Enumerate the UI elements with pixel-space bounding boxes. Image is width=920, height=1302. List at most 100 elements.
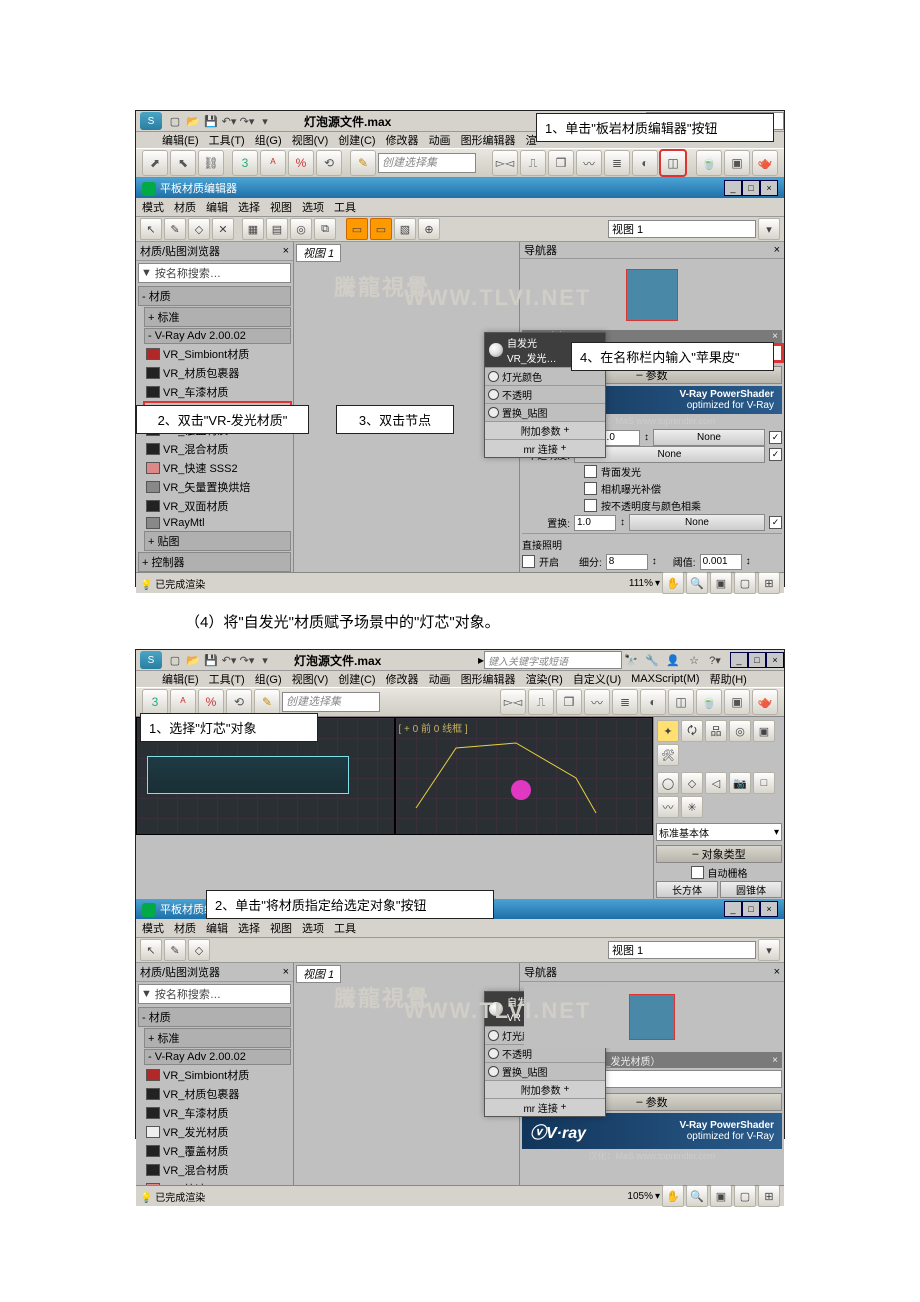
menu-view[interactable]: 视图(V)	[292, 671, 329, 687]
more-icon[interactable]: ▾	[257, 113, 273, 129]
minimize-icon[interactable]: _	[730, 652, 748, 668]
tree-item[interactable]: VR_快速 SSS	[144, 1180, 291, 1185]
named-sel-icon[interactable]: ✎	[254, 689, 280, 715]
navigator-preview[interactable]: WWW.TLVI.NET	[524, 986, 780, 1048]
sme-menu-tools[interactable]: 工具	[334, 920, 356, 936]
view-tab[interactable]: 视图 1	[296, 965, 341, 983]
tool-icon[interactable]: ◎	[290, 218, 312, 240]
tool-icon[interactable]: ▤	[266, 218, 288, 240]
tree-hdr-controllers[interactable]: + 控制器	[138, 552, 291, 572]
shapes-icon[interactable]: ◇	[681, 772, 703, 794]
sme-menu-edit[interactable]: 编辑	[206, 920, 228, 936]
node-group[interactable]: mr 连接 +	[485, 1098, 605, 1116]
render-frame-icon[interactable]: ▣	[724, 150, 750, 176]
render-icon[interactable]: 🫖	[752, 689, 778, 715]
snap3-icon[interactable]: 3	[142, 689, 168, 715]
schematic-icon[interactable]: ≣	[604, 150, 630, 176]
save-icon[interactable]: 💾	[203, 652, 219, 668]
snap3-icon[interactable]: 3	[232, 150, 258, 176]
layout-icon[interactable]: ▭	[346, 218, 368, 240]
map-button[interactable]: None	[629, 514, 765, 531]
spinnersnap-icon[interactable]: ⟲	[226, 689, 252, 715]
menu-create[interactable]: 创建(C)	[338, 671, 375, 687]
new-icon[interactable]: ▢	[167, 113, 183, 129]
maximize-icon[interactable]: □	[742, 180, 760, 196]
menu-tools[interactable]: 工具(T)	[209, 671, 245, 687]
map-button[interactable]: None	[653, 429, 765, 446]
help-icon[interactable]: ?▾	[707, 652, 723, 668]
mirror-icon[interactable]: ▻◅	[492, 150, 518, 176]
tree-item[interactable]: VR_材质包裹器	[144, 1085, 291, 1103]
schematic-icon[interactable]: ≣	[612, 689, 638, 715]
tree-hdr-vray[interactable]: - V-Ray Adv 2.00.02	[144, 1049, 291, 1065]
maximize-icon[interactable]: □	[748, 652, 766, 668]
pan-icon[interactable]: ✋	[662, 1185, 684, 1207]
space-warps-icon[interactable]: 〰	[657, 796, 679, 818]
tree-item[interactable]: VR_材质包裹器	[144, 364, 291, 382]
spinner[interactable]: 0.001	[700, 554, 742, 570]
mirror-icon[interactable]: ▻◅	[500, 689, 526, 715]
menu-help[interactable]: 帮助(H)	[710, 671, 747, 687]
browser-search[interactable]: ▼ 按名称搜索…	[138, 984, 291, 1004]
anglesnap-icon[interactable]: ᴬ	[260, 150, 286, 176]
close-icon[interactable]: ×	[283, 966, 289, 978]
undo-icon[interactable]: ↶▾	[221, 652, 237, 668]
tree-hdr-standard[interactable]: + 标准	[144, 1028, 291, 1048]
zoom-icon[interactable]: 🔍	[686, 1185, 708, 1207]
slate-material-editor-button[interactable]: ◫	[660, 150, 686, 176]
keyword-search[interactable]: 键入关键字或短语	[484, 651, 622, 669]
systems-icon[interactable]: ✳	[681, 796, 703, 818]
checkbox[interactable]	[691, 866, 704, 879]
percentsnap-icon[interactable]: %	[198, 689, 224, 715]
sme-menu-select[interactable]: 选择	[238, 920, 260, 936]
redo-icon[interactable]: ↷▾	[239, 113, 255, 129]
menu-customize[interactable]: 自定义(U)	[573, 671, 621, 687]
menu-render[interactable]: 渲染(R)	[526, 671, 563, 687]
binoculars-icon[interactable]: 🔭	[623, 652, 639, 668]
named-sel-icon[interactable]: ✎	[350, 150, 376, 176]
undo-icon[interactable]: ↶▾	[221, 113, 237, 129]
unlink-icon[interactable]: ⬉	[170, 150, 196, 176]
layout-icon[interactable]: ⊞	[758, 1185, 780, 1207]
viewport-front[interactable]: [ + 0 前 0 线框 ]	[395, 717, 654, 835]
frame-icon[interactable]: ▢	[734, 572, 756, 594]
layers-icon[interactable]: ❒	[548, 150, 574, 176]
view-selector[interactable]: 视图 1	[608, 941, 756, 959]
helpers-icon[interactable]: □	[753, 772, 775, 794]
delete-icon[interactable]: ✕	[212, 218, 234, 240]
box-button[interactable]: 长方体	[656, 881, 718, 898]
tree-item[interactable]: VR_发光材质	[144, 1123, 291, 1141]
named-sel-input[interactable]: 创建选择集	[378, 153, 476, 173]
close-icon[interactable]: ×	[772, 331, 778, 342]
maximize-icon[interactable]: □	[742, 901, 760, 917]
tree-hdr-vray[interactable]: - V-Ray Adv 2.00.02	[144, 328, 291, 344]
open-icon[interactable]: 📂	[185, 113, 201, 129]
redo-icon[interactable]: ↷▾	[239, 652, 255, 668]
tree-item[interactable]: VR_混合材质	[144, 440, 291, 458]
render-setup-icon[interactable]: 🍵	[696, 689, 722, 715]
anglesnap-icon[interactable]: ᴬ	[170, 689, 196, 715]
menu-modifier[interactable]: 修改器	[386, 671, 419, 687]
zoom-extents-icon[interactable]: ▣	[710, 1185, 732, 1207]
sme-menu-material[interactable]: 材质	[174, 920, 196, 936]
pick-icon[interactable]: ↖	[140, 939, 162, 961]
spinner[interactable]: 1.0	[574, 515, 616, 531]
node-slot[interactable]: 置换_贴图	[485, 1062, 605, 1080]
sme-menu-view[interactable]: 视图	[270, 199, 292, 215]
layers-icon[interactable]: ❒	[556, 689, 582, 715]
view-selector[interactable]: 视图 1	[608, 220, 756, 238]
checkbox[interactable]: ✓	[769, 516, 782, 529]
hierarchy-tab-icon[interactable]: 品	[705, 720, 727, 742]
navigator-preview[interactable]: WWW.TLVI.NET	[524, 263, 780, 326]
sme-menu-view[interactable]: 视图	[270, 920, 292, 936]
sme-menu-edit[interactable]: 编辑	[206, 199, 228, 215]
rollout-objtype[interactable]: – 对象类型	[656, 845, 782, 863]
zoom-extents-icon[interactable]: ▣	[710, 572, 732, 594]
named-sel-input[interactable]: 创建选择集	[282, 692, 380, 712]
node-slot[interactable]: 置换_贴图	[485, 403, 605, 421]
checkbox[interactable]	[584, 482, 597, 495]
align-icon[interactable]: ⎍	[520, 150, 546, 176]
sme-menu-options[interactable]: 选项	[302, 920, 324, 936]
node-group[interactable]: mr 连接 +	[485, 439, 605, 457]
create-tab-icon[interactable]: ✦	[657, 720, 679, 742]
